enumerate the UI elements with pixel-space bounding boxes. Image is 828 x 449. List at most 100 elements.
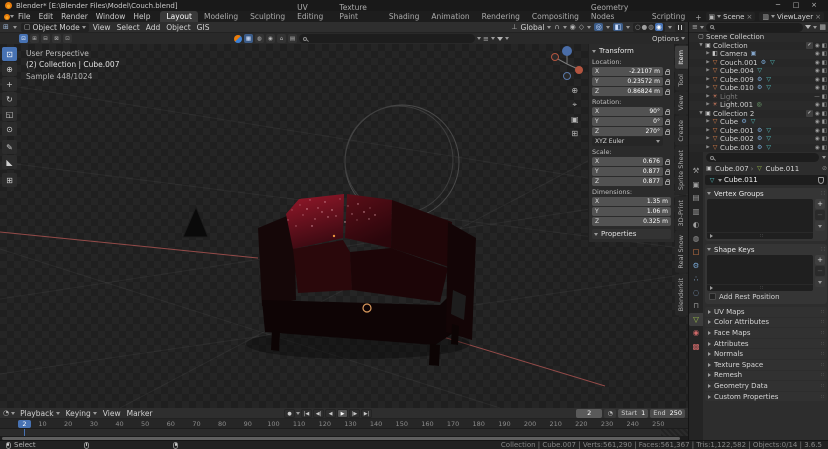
filter-funnel-icon[interactable] [497, 37, 503, 41]
remove-shape-key-button[interactable]: − [815, 266, 825, 276]
outliner-row-cube-001[interactable]: ▶▽Cube.001⚙▽◉◧ [689, 127, 828, 136]
dimensions-field-x[interactable]: X1.35 m [592, 197, 671, 206]
n-panel-tab-tool[interactable]: Tool [675, 70, 688, 91]
select-mode-extend-icon[interactable]: ⊞ [30, 34, 39, 43]
scale-field-y[interactable]: Y0.877 [592, 167, 663, 176]
outliner-row-cube-010[interactable]: ▶▽Cube.010⚙▽◉◧ [689, 84, 828, 93]
proportional-edit-icon[interactable]: ◉ [570, 23, 576, 31]
tool-add-cube[interactable]: ⊞ [2, 173, 17, 187]
shading-wireframe-icon[interactable]: ○ [635, 23, 641, 31]
asset-material-icon[interactable]: ◍ [255, 34, 264, 43]
outliner-row-cube-004[interactable]: ▶▽Cube.004▽◉◧ [689, 67, 828, 76]
scene-selector[interactable]: ▣ Scene × [706, 12, 756, 21]
timeline-channel[interactable] [0, 429, 688, 436]
prev-keyframe-button[interactable]: ◀| [313, 409, 324, 418]
menu-file[interactable]: File [14, 12, 35, 21]
workspace-tab-animation[interactable]: Animation [425, 11, 475, 22]
jump-start-button[interactable]: |◀ [301, 409, 312, 418]
eye-icon[interactable]: ◉ [815, 67, 820, 76]
add-rest-position-checkbox[interactable] [709, 293, 716, 300]
mode-selector[interactable]: ▢ Object Mode [21, 23, 89, 32]
camrender-icon[interactable]: ◧ [822, 101, 827, 110]
breadcrumb-object[interactable]: Cube.007 [715, 165, 749, 173]
asset-search-input[interactable] [299, 34, 475, 43]
rotation-field-x[interactable]: X90° [592, 107, 663, 116]
workspace-tab-texture-paint[interactable]: Texture Paint [333, 2, 382, 22]
add-rest-position-row[interactable]: Add Rest Position [707, 291, 825, 302]
workspace-tab-uv-editing[interactable]: UV Editing [291, 2, 333, 22]
editor-type-icon[interactable]: ⊞ [3, 23, 9, 31]
end-frame-field[interactable]: End 250 [650, 409, 685, 418]
camrender-icon[interactable]: ◧ [822, 135, 827, 144]
asset-brush-icon[interactable]: ▤ [288, 34, 297, 43]
vertex-groups-header[interactable]: Vertex Groups ∷ [707, 189, 825, 198]
workspace-tab-scripting[interactable]: Scripting [646, 11, 691, 22]
transform-panel-header[interactable]: Transform [592, 46, 671, 56]
properties-search-input[interactable] [706, 153, 819, 162]
properties-tab-data[interactable]: ▽ [689, 313, 703, 327]
outliner-row-scene-collection[interactable]: ▢Scene Collection [689, 33, 828, 42]
eye-icon[interactable]: ◉ [815, 50, 820, 59]
eye-closed-icon[interactable]: — [814, 93, 820, 102]
panel-custom-properties[interactable]: Custom Properties∷ [705, 392, 827, 402]
asset-scene-icon[interactable]: ◉ [266, 34, 275, 43]
render-pause-button[interactable] [675, 23, 686, 32]
select-mode-subtract-icon[interactable]: ⊟ [41, 34, 50, 43]
properties-tab-world[interactable]: ◍ [689, 232, 703, 246]
workspace-tab-layout[interactable]: Layout [160, 11, 198, 22]
properties-tab-render[interactable]: ▣ [689, 178, 703, 192]
outliner-overlay-icon[interactable]: ▦ [819, 23, 826, 31]
menu-help[interactable]: Help [129, 12, 154, 21]
list-filter-caret-icon[interactable] [710, 234, 713, 238]
camrender-icon[interactable]: ◧ [822, 144, 827, 153]
viewlayer-unlink-icon[interactable]: × [815, 13, 821, 21]
camrender-icon[interactable]: ◧ [822, 84, 827, 93]
eye-icon[interactable]: ◉ [815, 127, 820, 136]
viewlayer-selector[interactable]: ▥ ViewLayer × [759, 12, 824, 21]
shape-keys-list[interactable]: ∷ [707, 255, 813, 291]
properties-tab-material[interactable]: ◉ [689, 326, 703, 340]
maximize-button[interactable]: □ [787, 0, 805, 11]
collection-checkbox-icon[interactable]: ✓ [806, 110, 813, 117]
location-field-y[interactable]: Y0.23572 m [592, 77, 663, 86]
location-field-x[interactable]: X-2.2107 m [592, 67, 663, 76]
n-panel-tab-item[interactable]: Item [675, 46, 688, 69]
shape-keys-header[interactable]: Shape Keys ∷ [707, 245, 825, 254]
properties-tab-object[interactable]: ▢ [689, 245, 703, 259]
tool-cursor[interactable]: ⊕ [2, 62, 17, 76]
remove-vertex-group-button[interactable]: − [815, 210, 825, 220]
camrender-icon[interactable]: ◧ [822, 50, 827, 59]
tool-select-box[interactable]: ⊡ [2, 47, 17, 61]
close-button[interactable]: × [805, 0, 823, 11]
play-reverse-button[interactable]: ◀ [325, 409, 336, 418]
play-button[interactable]: ▶ [337, 409, 348, 418]
asset-model-icon[interactable]: ▦ [244, 34, 253, 43]
workspace-tab-compositing[interactable]: Compositing [526, 11, 585, 22]
tool-move[interactable]: + [2, 77, 17, 91]
eye-icon[interactable]: ◉ [815, 118, 820, 127]
properties-tab-viewlayer[interactable]: ▥ [689, 205, 703, 219]
panel-color-attributes[interactable]: Color Attributes∷ [705, 318, 827, 328]
shading-solid-icon[interactable]: ● [641, 23, 647, 31]
panel-face-maps[interactable]: Face Maps∷ [705, 328, 827, 338]
list-filter-caret-icon[interactable] [710, 286, 713, 290]
eye-icon[interactable]: ◉ [815, 42, 820, 51]
display-list-icon[interactable]: ≡ [483, 35, 489, 43]
n-panel-tab-sprite-sheet[interactable]: Sprite Sheet [675, 146, 688, 194]
blenderkit-logo-icon[interactable] [234, 35, 242, 43]
unlock-icon[interactable] [665, 91, 670, 95]
n-panel-tab-create[interactable]: Create [675, 116, 688, 146]
shading-rendered-icon[interactable]: ◉ [655, 23, 663, 31]
tool-scale[interactable]: ◱ [2, 107, 17, 121]
pan-icon[interactable]: ⌖ [571, 100, 579, 110]
next-keyframe-button[interactable]: |▶ [349, 409, 360, 418]
n-panel-tab-real-snow[interactable]: Real Snow [675, 231, 688, 273]
jump-end-button[interactable]: ▶| [361, 409, 372, 418]
scene-unlink-icon[interactable]: × [746, 13, 752, 21]
tool-transform[interactable]: ⊙ [2, 122, 17, 136]
camrender-icon[interactable]: ◧ [822, 118, 827, 127]
panel-remesh[interactable]: Remesh∷ [705, 371, 827, 381]
timeline-menu-playback[interactable]: Playback [20, 409, 59, 418]
camrender-icon[interactable]: ◧ [822, 76, 827, 85]
shape-key-specials-button[interactable] [815, 277, 825, 287]
